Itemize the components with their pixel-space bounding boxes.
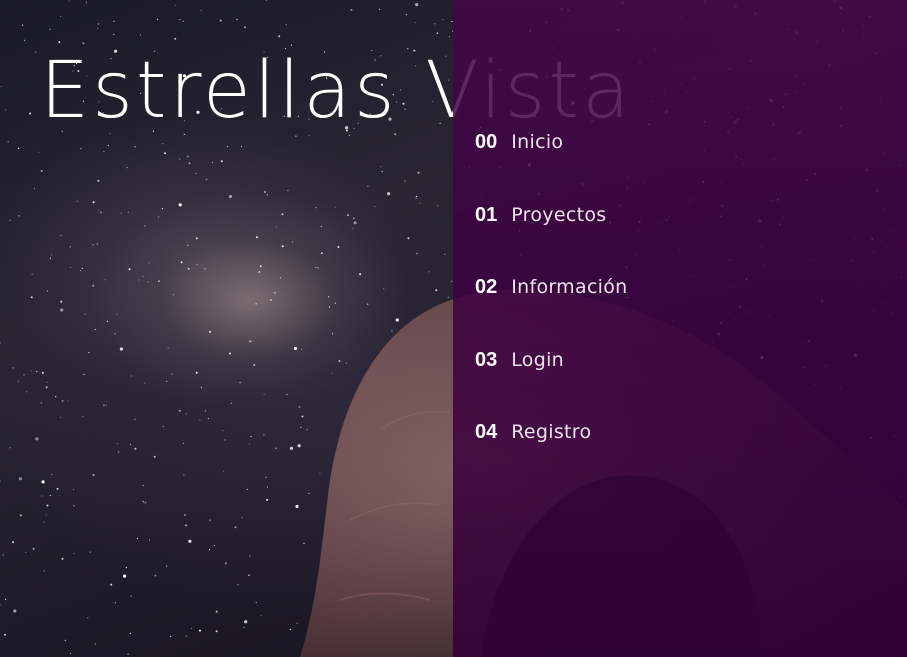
menu-item-inicio[interactable]: 00 Inicio: [475, 131, 628, 158]
menu-item-label: Inicio: [511, 131, 564, 153]
menu-item-login[interactable]: 03 Login: [475, 349, 628, 376]
menu-item-number: 03: [475, 348, 498, 371]
menu-item-label: Registro: [511, 421, 592, 443]
main-menu: 00 Inicio 01 Proyectos 02 Información 03…: [475, 131, 628, 494]
menu-item-registro[interactable]: 04 Registro: [475, 421, 628, 448]
menu-item-number: 04: [475, 421, 498, 443]
menu-item-number: 01: [475, 203, 498, 226]
menu-item-label: Información: [511, 276, 628, 298]
menu-item-number: 02: [475, 276, 498, 298]
menu-item-label: Proyectos: [511, 203, 607, 226]
page: Estrellas Vista 00 Inicio 01 Proyectos 0…: [0, 0, 907, 657]
menu-item-label: Login: [511, 348, 565, 371]
menu-item-number: 00: [475, 131, 498, 153]
menu-item-informacion[interactable]: 02 Información: [475, 276, 628, 303]
menu-item-proyectos[interactable]: 01 Proyectos: [475, 204, 628, 231]
